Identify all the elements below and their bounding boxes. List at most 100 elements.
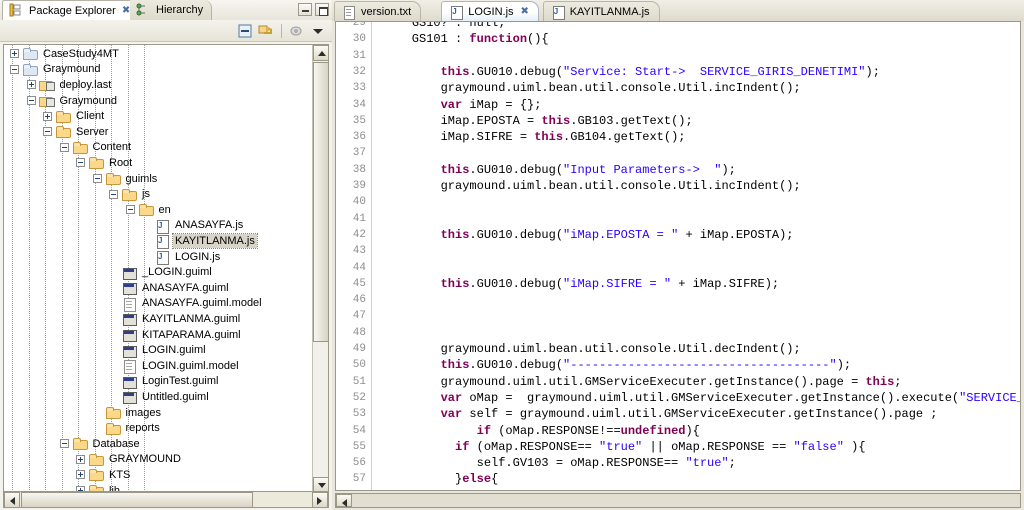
tree-item[interactable]: KAYITLANMA.js: [140, 232, 258, 250]
code-line: graymound.uiml.bean.util.console.Util.de…: [383, 341, 801, 357]
tree-item[interactable]: ANASAYFA.js: [140, 218, 245, 234]
view-menu-icon[interactable]: [310, 23, 326, 39]
expand-icon[interactable]: [26, 80, 36, 90]
project-icon: [22, 62, 38, 77]
code-token-plain: iMap = {};: [462, 97, 542, 112]
source-editor[interactable]: 29 30 31 32 33 34 35 36 37 38 39 40 41 42 43 44 45 46 47 48…: [335, 21, 1021, 491]
expand-icon[interactable]: [76, 454, 85, 464]
code-content[interactable]: GS10? : null; GS101 : function(){ this.G…: [373, 22, 1020, 490]
tree-item-label: KAYITLANMA.js: [172, 232, 258, 249]
tree-item[interactable]: _LOGIN.guiml: [107, 264, 214, 280]
line-number: 49: [352, 343, 366, 355]
code-token-kw: this: [865, 374, 895, 389]
javascript-file-icon: [551, 5, 565, 20]
collapse-all-icon[interactable]: [237, 23, 253, 39]
code-token-plain: );: [721, 162, 736, 177]
scroll-left-button[interactable]: [4, 492, 20, 508]
view-tab-package-explorer[interactable]: Package Explorer ✖: [2, 0, 140, 20]
tree-item[interactable]: KTS: [74, 467, 132, 483]
line-number: 32: [352, 65, 366, 78]
scroll-right-button[interactable]: [312, 492, 328, 508]
code-token-plain: .GU010.debug(: [469, 162, 564, 177]
view-filter-icon[interactable]: [289, 23, 305, 39]
tree-item[interactable]: guimls: [91, 171, 160, 187]
editor-scroll-left-button[interactable]: [336, 494, 352, 507]
folder-icon: [138, 202, 154, 217]
tree-item[interactable]: images: [91, 405, 163, 421]
code-token-plain: GS10? : null;: [411, 22, 506, 30]
code-token-kw: this: [440, 64, 470, 79]
collapse-icon[interactable]: [26, 96, 36, 106]
tree-item[interactable]: Database: [58, 436, 142, 452]
tree-item[interactable]: KAYITLANMA.guiml: [107, 311, 242, 327]
tree-item[interactable]: Client: [41, 108, 106, 124]
guiml-icon: [121, 327, 137, 343]
view-tab-hierarchy[interactable]: Hierarchy: [130, 0, 213, 20]
view-tab-label: Hierarchy: [156, 4, 204, 16]
tree-item[interactable]: KITAPARAMA.guiml: [107, 327, 243, 343]
editor-tab-label: KAYITLANMA.js: [569, 5, 650, 18]
collapse-icon[interactable]: [92, 174, 102, 184]
editor-tab-kayitlanma-js[interactable]: KAYITLANMA.js: [542, 1, 660, 21]
tree-horizontal-scrollbar[interactable]: [3, 491, 329, 508]
editor-tab-version-txt[interactable]: version.txt: [334, 1, 422, 21]
tree-item[interactable]: CaseStudy4MT: [8, 46, 121, 62]
line-number: 43: [352, 245, 366, 258]
tree-item[interactable]: ANASAYFA.guiml: [107, 280, 231, 296]
editor-tab-login-js[interactable]: LOGIN.js ✖: [441, 1, 539, 21]
tree-item[interactable]: ANASAYFA.guiml.model: [107, 296, 264, 312]
tree-item-label: ANASAYFA.js: [175, 219, 244, 232]
expand-icon[interactable]: [76, 470, 85, 480]
collapse-icon[interactable]: [10, 64, 19, 74]
code-token-plain: }: [383, 472, 463, 487]
tree-item[interactable]: reports: [91, 420, 162, 436]
collapse-icon[interactable]: [125, 205, 135, 215]
tree-item[interactable]: deploy.last: [25, 77, 114, 93]
tree-item[interactable]: Graymound: [25, 93, 119, 109]
tree-vertical-scrollbar[interactable]: [312, 45, 328, 493]
scroll-thumb-horizontal[interactable]: [21, 492, 253, 508]
collapse-icon[interactable]: [109, 189, 118, 199]
editor-horizontal-scrollbar[interactable]: [335, 493, 1021, 508]
expand-icon[interactable]: [10, 49, 19, 59]
package-explorer-view: Package Explorer ✖ Hierarchy CaseStudy4M…: [0, 0, 332, 510]
tree-item[interactable]: LOGIN.guiml: [107, 342, 208, 358]
code-line: }else{: [383, 471, 498, 487]
link-with-editor-icon[interactable]: [258, 23, 274, 39]
code-token-kw: if: [455, 439, 470, 454]
expand-icon[interactable]: [43, 111, 52, 121]
maximize-button[interactable]: [315, 3, 329, 16]
tree-item[interactable]: LOGIN.guiml.model: [107, 358, 241, 375]
folder-icon: [88, 155, 104, 170]
editor-tab-row: version.txt LOGIN.js ✖ KAYITLANMA.js: [332, 0, 1024, 21]
tree-item[interactable]: LoginTest.guiml: [107, 374, 220, 390]
line-number: 58: [353, 488, 366, 491]
collapse-icon[interactable]: [43, 127, 52, 137]
folder-icon: [88, 452, 104, 467]
tree-item[interactable]: en: [124, 202, 173, 218]
scroll-thumb[interactable]: [313, 62, 328, 342]
project-tree[interactable]: CaseStudy4MT Graymound deploy.last Graymoun…: [4, 45, 311, 493]
collapse-icon[interactable]: [76, 158, 85, 168]
tree-item[interactable]: Content: [58, 140, 134, 156]
tree-item[interactable]: Graymound: [8, 62, 102, 78]
tree-item[interactable]: Untitled.guiml: [107, 389, 211, 405]
close-icon[interactable]: ✖: [521, 6, 529, 17]
collapse-icon[interactable]: [59, 439, 69, 449]
tree-item-label: deploy.last: [59, 78, 112, 91]
collapse-icon[interactable]: [59, 142, 69, 152]
tree-item[interactable]: LOGIN.js: [140, 249, 222, 266]
code-line: self.GV103 = oMap.RESPONSE;: [383, 488, 671, 490]
tree-item[interactable]: Server: [41, 124, 110, 140]
close-icon[interactable]: ✖: [122, 5, 130, 16]
tree-item[interactable]: GRAYMOUND: [74, 452, 183, 468]
tree-item[interactable]: Root: [74, 155, 134, 171]
code-token-kw: var: [440, 407, 463, 422]
minimize-button[interactable]: [298, 3, 312, 16]
scroll-up-button[interactable]: [313, 45, 328, 61]
tree-item[interactable]: js: [107, 186, 152, 202]
